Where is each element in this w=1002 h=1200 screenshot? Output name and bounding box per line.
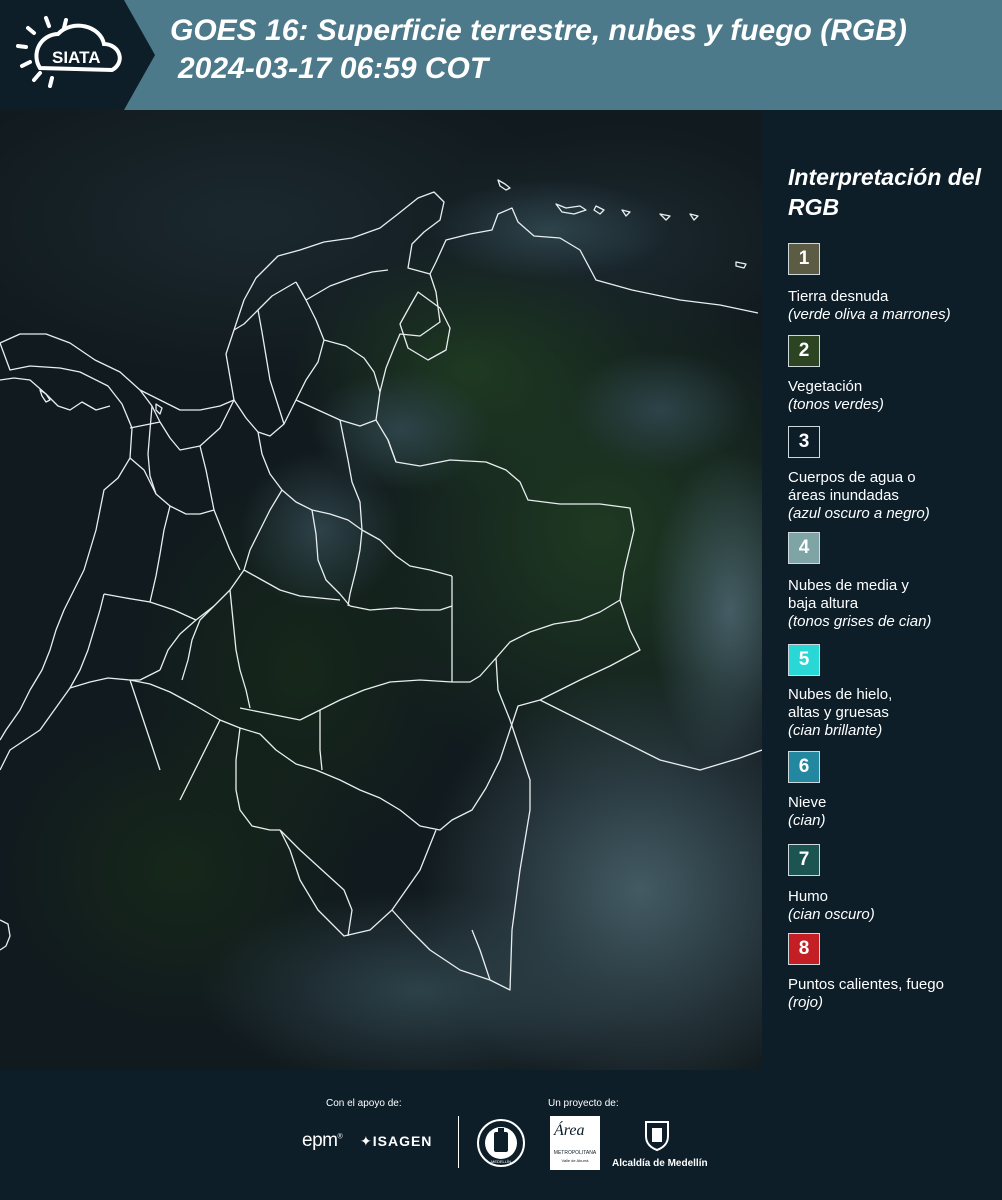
university-seal-text: MEDELLÍN <box>491 1159 511 1164</box>
legend-item-label: Cuerpos de agua o áreas inundadas <box>788 469 916 504</box>
legend-swatch-5: 5 <box>788 644 820 676</box>
area-metropolitana-logo: Área METROPOLITANA Valle de Aburrá <box>550 1116 600 1170</box>
legend-swatch-number: 6 <box>798 756 810 777</box>
isagen-logo: ✦ISAGEN <box>360 1133 432 1150</box>
alcaldia-logo-text: Alcaldía de Medellín <box>612 1158 708 1169</box>
siata-logo-text: SIATA <box>52 48 100 67</box>
area-metropolitana-subtext: METROPOLITANA <box>553 1150 597 1156</box>
area-metropolitana-text: Área <box>554 1122 585 1139</box>
isagen-logo-text: ISAGEN <box>372 1133 433 1149</box>
area-metropolitana-subtext2: Valle de Aburrá <box>561 1158 589 1163</box>
epm-logo-text: epm <box>302 1130 338 1151</box>
legend-swatch-number: 7 <box>798 849 810 870</box>
legend-item-description: (tonos verdes) <box>788 396 884 413</box>
legend-swatch-7: 7 <box>788 844 820 876</box>
legend-swatch-number: 2 <box>798 340 810 361</box>
satellite-map <box>0 110 762 1070</box>
footer: Con el apoyo de: Un proyecto de: epm® ✦I… <box>0 1070 1002 1200</box>
legend-item-description: (rojo) <box>788 994 824 1011</box>
legend-swatch-8: 8 <box>788 933 820 965</box>
alcaldia-shield-icon <box>640 1118 674 1152</box>
legend-swatch-number: 1 <box>798 248 810 269</box>
legend-item-description: (cian oscuro) <box>788 906 875 923</box>
legend-item-description: (tonos grises de cian) <box>788 613 932 630</box>
legend-item-8: Puntos calientes, fuego (rojo) <box>788 976 1002 1012</box>
isagen-icon: ✦ <box>360 1133 373 1149</box>
legend-swatch-number: 8 <box>798 938 810 959</box>
header-bar: SIATA GOES 16: Superficie terrestre, nub… <box>0 0 1002 110</box>
legend-title: Interpretación del RGB <box>788 164 981 220</box>
legend-item-6: Nieve (cian) <box>788 794 1002 830</box>
legend-swatch-4: 4 <box>788 532 820 564</box>
legend-swatch-3: 3 <box>788 426 820 458</box>
legend-item-2: Vegetación (tonos verdes) <box>788 378 1002 414</box>
legend-item-description: (verde oliva a marrones) <box>788 306 951 323</box>
legend-item-label: Nubes de media y baja altura <box>788 577 909 612</box>
legend-swatch-number: 4 <box>798 537 810 558</box>
legend-item-description: (cian brillante) <box>788 722 883 739</box>
legend-swatch-2: 2 <box>788 335 820 367</box>
legend-swatch-number: 5 <box>798 649 810 670</box>
legend-item-7: Humo (cian oscuro) <box>788 888 1002 924</box>
legend-item-3: Cuerpos de agua o áreas inundadas (azul o… <box>788 469 1002 523</box>
legend-swatch-6: 6 <box>788 751 820 783</box>
page-timestamp: 2024-03-17 06:59 COT <box>178 52 489 85</box>
legend-item-label: Puntos calientes, fuego <box>788 976 944 993</box>
legend-item-label: Nubes de hielo, altas y gruesas <box>788 686 893 721</box>
footer-divider <box>458 1116 459 1168</box>
legend-item-label: Humo <box>788 888 829 905</box>
page-title: GOES 16: Superficie terrestre, nubes y f… <box>170 14 907 47</box>
legend-swatch-1: 1 <box>788 243 820 275</box>
legend-panel: Interpretación del RGB 1 Tierra desnuda (v… <box>762 110 1002 1070</box>
legend-item-description: (azul oscuro a negro) <box>788 505 930 522</box>
legend-item-4: Nubes de media y baja altura (tonos grise… <box>788 577 1002 631</box>
legend-swatch-number: 3 <box>798 431 810 452</box>
legend-item-1: Tierra desnuda (verde oliva a marrones) <box>788 288 1002 324</box>
siata-logo: SIATA <box>0 0 155 110</box>
legend-item-5: Nubes de hielo, altas y gruesas (cian bri… <box>788 686 1002 740</box>
support-caption: Con el apoyo de: <box>326 1098 402 1109</box>
legend-item-label: Vegetación <box>788 378 863 395</box>
university-seal-logo: MEDELLÍN <box>476 1118 526 1168</box>
project-caption: Un proyecto de: <box>548 1098 619 1109</box>
epm-logo: epm® <box>302 1130 343 1151</box>
legend-item-description: (cian) <box>788 812 826 829</box>
legend-item-label: Nieve <box>788 794 827 811</box>
legend-item-label: Tierra desnuda <box>788 288 889 305</box>
